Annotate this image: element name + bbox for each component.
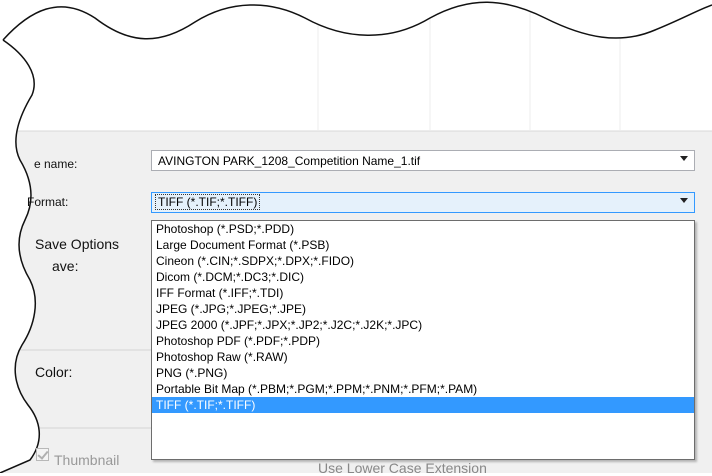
format-option[interactable]: Photoshop (*.PSD;*.PDD)	[152, 221, 694, 237]
format-option[interactable]: Portable Bit Map (*.PBM;*.PGM;*.PPM;*.PN…	[152, 381, 694, 397]
format-option[interactable]: JPEG (*.JPG;*.JPEG;*.JPE)	[152, 301, 694, 317]
format-option[interactable]: IFF Format (*.IFF;*.TDI)	[152, 285, 694, 301]
checkmark-icon	[37, 448, 49, 460]
format-dropdown-list[interactable]: Photoshop (*.PSD;*.PDD) Large Document Fo…	[151, 220, 695, 460]
format-option[interactable]: Cineon (*.CIN;*.SDPX;*.DPX;*.FIDO)	[152, 253, 694, 269]
format-option[interactable]: PNG (*.PNG)	[152, 365, 694, 381]
save-as-dialog-crop: e name: AVINGTON PARK_1208_Competition N…	[0, 0, 712, 476]
format-option[interactable]: TIFF (*.TIF;*.TIFF)	[152, 397, 694, 413]
thumbnail-checkbox[interactable]	[36, 448, 49, 461]
chevron-down-icon[interactable]	[680, 156, 688, 161]
file-name-combobox[interactable]: AVINGTON PARK_1208_Competition Name_1.ti…	[151, 150, 695, 171]
format-label: Format:	[27, 195, 69, 209]
save-label: ave:	[52, 258, 79, 274]
format-value: TIFF (*.TIF;*.TIFF)	[154, 194, 261, 210]
color-label: Color:	[35, 364, 73, 380]
format-option[interactable]: JPEG 2000 (*.JPF;*.JPX;*.JP2;*.J2C;*.J2K…	[152, 317, 694, 333]
file-name-label: e name:	[34, 157, 78, 171]
format-combobox[interactable]: TIFF (*.TIF;*.TIFF)	[151, 192, 695, 213]
file-name-value: AVINGTON PARK_1208_Competition Name_1.ti…	[158, 154, 421, 168]
format-option[interactable]: Dicom (*.DCM;*.DC3;*.DIC)	[152, 269, 694, 285]
format-option[interactable]: Photoshop Raw (*.RAW)	[152, 349, 694, 365]
lower-case-extension-label: Use Lower Case Extension	[318, 460, 487, 476]
save-options-label: Save Options	[35, 236, 120, 252]
format-option[interactable]: Large Document Format (*.PSB)	[152, 237, 694, 253]
chevron-down-icon[interactable]	[680, 198, 688, 203]
format-option[interactable]: Photoshop PDF (*.PDF;*.PDP)	[152, 333, 694, 349]
thumbnail-label: Thumbnail	[54, 452, 120, 468]
